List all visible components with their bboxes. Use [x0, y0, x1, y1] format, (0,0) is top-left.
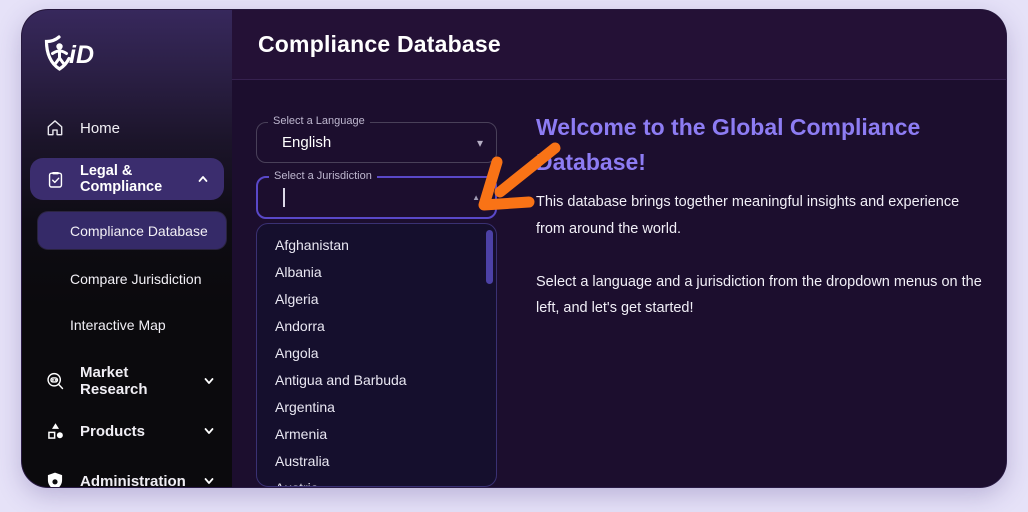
jurisdiction-input[interactable]	[258, 178, 495, 217]
chevron-up-icon	[196, 172, 210, 186]
sidebar-item-administration[interactable]: Administration	[22, 461, 232, 487]
sidebar-item-label: Legal & Compliance	[80, 163, 163, 195]
shapes-icon	[44, 420, 66, 442]
sidebar-item-home[interactable]: Home	[22, 108, 232, 148]
kid-logo: iD	[42, 32, 108, 83]
language-select[interactable]: Select a Language English ▾	[256, 115, 497, 163]
language-select-value: English	[282, 134, 332, 151]
content-area: Select a Language English ▾ Select a Jur…	[232, 80, 1006, 487]
jurisdiction-dropdown-list: Afghanistan Albania Algeria Andorra Ango…	[256, 223, 497, 487]
sidebar-item-compare-jurisdiction[interactable]: Compare Jurisdiction	[38, 260, 226, 297]
welcome-paragraph-2: Select a language and a jurisdiction fro…	[536, 273, 982, 317]
list-item[interactable]: Algeria	[257, 285, 496, 312]
list-item[interactable]: Angola	[257, 339, 496, 366]
sidebar-item-compliance-database[interactable]: Compliance Database	[38, 212, 226, 249]
welcome-paragraph-1: This database brings together meaningful…	[536, 194, 960, 237]
sidebar: iD Home Legal & Compliance Compliance Da…	[22, 10, 232, 487]
chevron-down-icon	[202, 474, 216, 487]
sidebar-item-label: Home	[80, 119, 121, 137]
chevron-down-icon: ▾	[476, 135, 483, 150]
welcome-heading: Welcome to the Global Compliance Databas…	[536, 114, 921, 175]
sidebar-item-label: Compare Jurisdiction	[70, 270, 202, 287]
scrollbar-thumb[interactable]	[486, 230, 493, 284]
list-item[interactable]: Afghanistan	[257, 231, 496, 258]
welcome-panel: Welcome to the Global Compliance Databas…	[536, 110, 992, 322]
sidebar-item-label: Compliance Database	[70, 222, 208, 239]
language-select-label: Select a Language	[268, 115, 370, 127]
sidebar-item-products[interactable]: Products	[22, 411, 232, 451]
sidebar-item-label: Products	[80, 422, 146, 440]
market-research-icon	[44, 370, 66, 392]
list-item[interactable]: Andorra	[257, 312, 496, 339]
kid-logo-icon: iD	[44, 35, 94, 71]
list-item[interactable]: Albania	[257, 258, 496, 285]
chevron-up-icon: ▲	[472, 192, 480, 202]
app-window: iD Home Legal & Compliance Compliance Da…	[22, 10, 1006, 487]
list-item[interactable]: Antigua and Barbuda	[257, 366, 496, 393]
sidebar-item-interactive-map[interactable]: Interactive Map	[38, 306, 226, 343]
shield-admin-icon	[44, 470, 66, 487]
clipboard-check-icon	[44, 168, 66, 190]
svg-text:iD: iD	[69, 41, 94, 69]
sidebar-item-label: Administration	[80, 472, 186, 488]
sidebar-item-label: Market Research	[80, 364, 148, 398]
chevron-down-icon	[202, 424, 216, 438]
page-title: Compliance Database	[258, 31, 501, 57]
text-cursor	[283, 188, 285, 207]
sidebar-item-label: Interactive Map	[70, 316, 166, 333]
sidebar-item-legal-compliance[interactable]: Legal & Compliance	[30, 158, 224, 200]
chevron-down-icon	[202, 374, 216, 388]
main-area: Compliance Database Select a Language En…	[232, 10, 1006, 487]
home-icon	[44, 117, 66, 139]
list-item[interactable]: Argentina	[257, 393, 496, 420]
sidebar-item-market-research[interactable]: Market Research	[22, 361, 232, 401]
jurisdiction-combobox-label: Select a Jurisdiction	[269, 170, 377, 182]
list-item[interactable]: Armenia	[257, 420, 496, 447]
list-item[interactable]: Australia	[257, 447, 496, 474]
list-item[interactable]: Austria	[257, 474, 496, 487]
page-header: Compliance Database	[232, 10, 1006, 80]
jurisdiction-combobox[interactable]: Select a Jurisdiction ▲	[256, 170, 497, 219]
